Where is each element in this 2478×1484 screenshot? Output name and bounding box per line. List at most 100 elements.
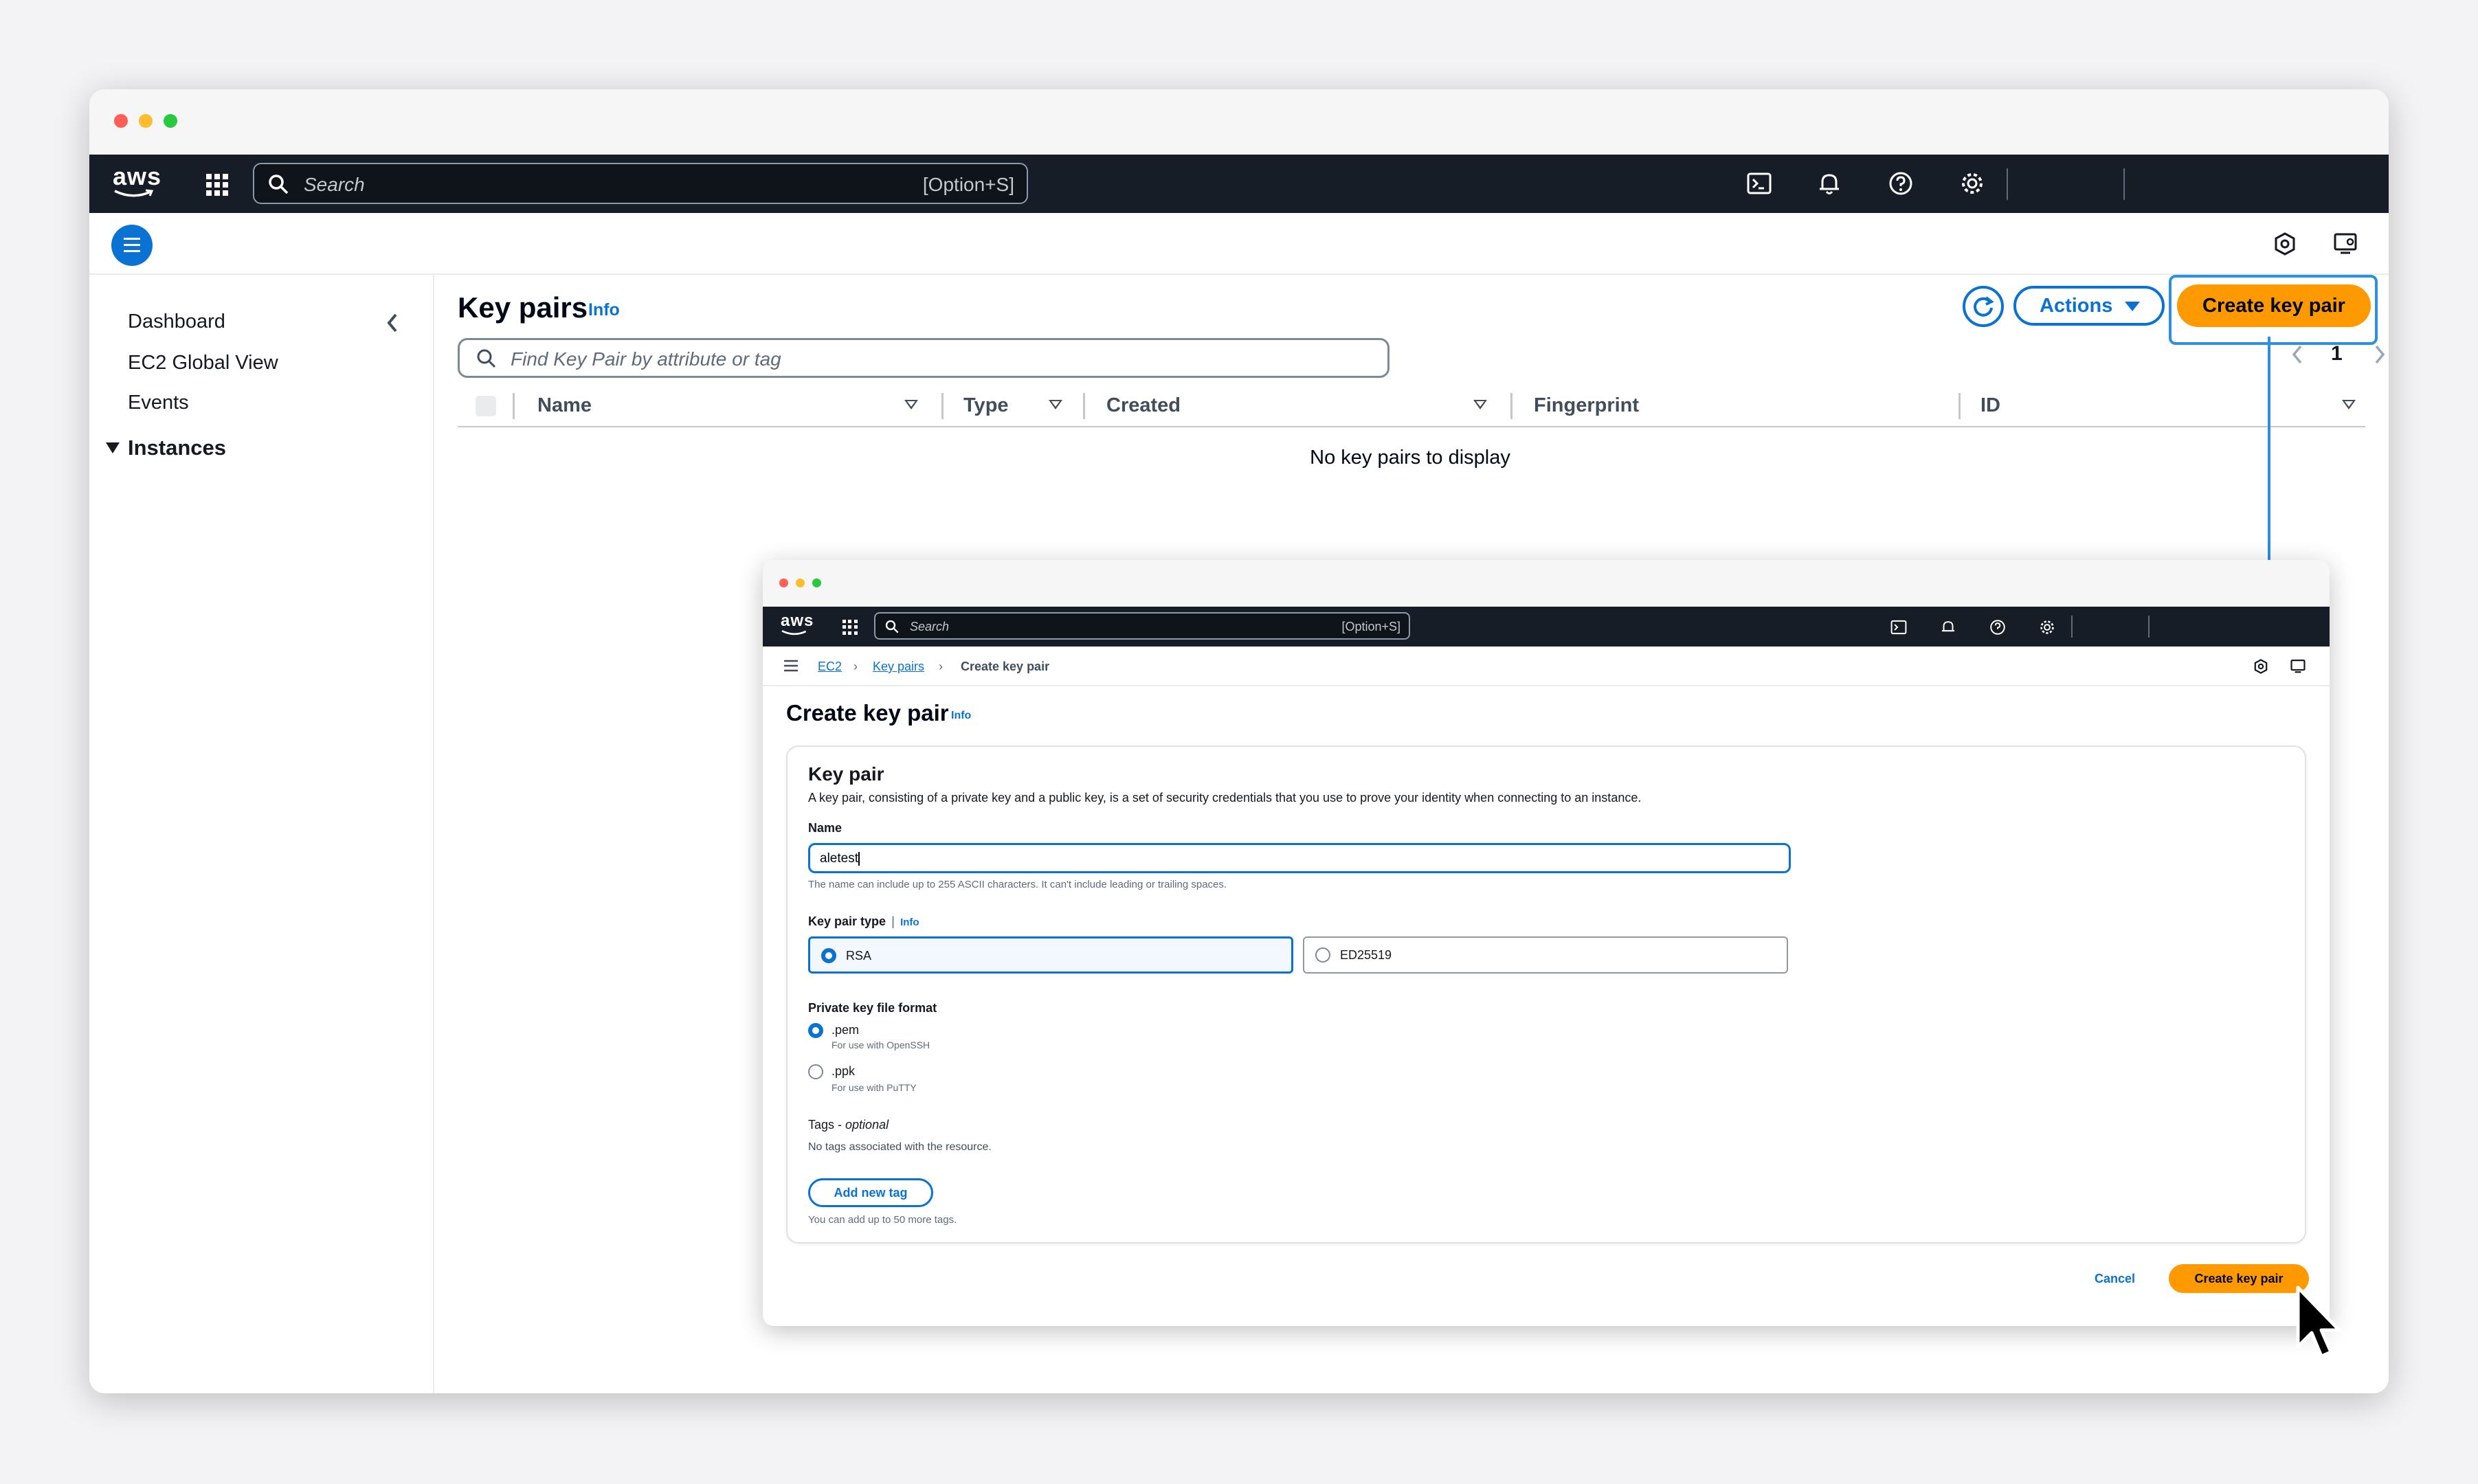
key-pair-type-text: Key pair type <box>808 914 886 928</box>
maximize-window-dot[interactable] <box>812 578 821 587</box>
hexagon-status-icon[interactable] <box>2272 231 2298 257</box>
aws-top-navigation: aws Search [Option+S] <box>763 607 2330 647</box>
column-header-name[interactable]: Name <box>537 394 592 417</box>
search-shortcut: [Option+S] <box>1341 620 1400 633</box>
window-titlebar <box>89 89 2389 155</box>
maximize-window-dot[interactable] <box>164 114 177 128</box>
settings-gear-icon[interactable] <box>2038 618 2056 636</box>
notifications-bell-icon[interactable] <box>1939 618 1957 636</box>
create-key-pair-submit-button[interactable]: Create key pair <box>2169 1264 2309 1293</box>
pem-label: .pem <box>831 1023 860 1037</box>
global-search-input[interactable]: Search [Option+S] <box>874 612 1410 640</box>
aws-logo-text: aws <box>113 162 162 190</box>
pem-description: For use with OpenSSH <box>831 1039 930 1050</box>
refresh-button[interactable] <box>1963 286 2004 327</box>
breadcrumb-current: Create key pair <box>961 660 1050 673</box>
display-preferences-icon[interactable] <box>2290 658 2306 675</box>
create-key-pair-button[interactable]: Create key pair <box>2177 284 2371 327</box>
window-titlebar <box>763 560 2330 607</box>
close-window-dot[interactable] <box>779 578 788 587</box>
next-page-icon[interactable] <box>2371 344 2387 366</box>
help-icon[interactable] <box>1887 170 1915 197</box>
name-input-value: aletest <box>820 851 858 866</box>
previous-page-icon[interactable] <box>2290 344 2306 366</box>
collapse-sidebar-chevron-icon[interactable] <box>383 312 401 334</box>
key-pair-type-label: Key pair type | Info <box>808 914 919 929</box>
column-divider <box>1510 393 1513 419</box>
info-link[interactable]: Info <box>588 300 620 320</box>
breadcrumb-key-pairs[interactable]: Key pairs <box>873 660 924 674</box>
ppk-label: .ppk <box>831 1064 856 1078</box>
close-window-dot[interactable] <box>114 114 128 128</box>
tags-label-text: Tags - <box>808 1118 846 1132</box>
sidebar-item-ec2-global-view[interactable]: EC2 Global View <box>128 352 278 374</box>
minimize-window-dot[interactable] <box>796 578 805 587</box>
cloudshell-icon[interactable] <box>1890 618 1908 636</box>
info-link[interactable]: Info <box>900 917 919 928</box>
aws-logo[interactable]: aws <box>781 613 814 636</box>
page-title: Create key pair <box>786 700 949 726</box>
search-placeholder: Search <box>304 174 365 195</box>
column-divider <box>1958 393 1961 419</box>
radio-ed25519[interactable] <box>1315 947 1330 963</box>
connector-line <box>2268 337 2270 581</box>
ppk-description: For use with PuTTY <box>831 1082 917 1093</box>
column-header-created[interactable]: Created <box>1106 394 1181 417</box>
services-grid-icon[interactable] <box>206 174 228 196</box>
minimize-window-dot[interactable] <box>139 114 153 128</box>
side-navigation-toggle[interactable] <box>111 225 153 266</box>
radio-pem[interactable] <box>808 1023 823 1038</box>
key-type-rsa-tile[interactable]: RSA <box>808 936 1293 974</box>
radio-rsa[interactable] <box>821 948 836 963</box>
info-link[interactable]: Info <box>951 710 971 722</box>
sidebar-item-events[interactable]: Events <box>128 392 189 414</box>
hamburger-menu-icon[interactable] <box>783 659 799 673</box>
hexagon-status-icon[interactable] <box>2253 658 2269 675</box>
sort-icon[interactable] <box>2342 400 2356 409</box>
services-grid-icon[interactable] <box>842 620 858 635</box>
ed25519-label: ED25519 <box>1340 948 1392 962</box>
breadcrumb-ec2[interactable]: EC2 <box>818 660 842 674</box>
actions-dropdown-button[interactable]: Actions <box>2013 286 2165 326</box>
sidebar-group-instances[interactable]: Instances <box>128 436 226 460</box>
cloudshell-icon[interactable] <box>1745 170 1773 197</box>
key-type-ed25519-tile[interactable]: ED25519 <box>1303 936 1788 974</box>
browser-window-inset: aws Search [Option+S] EC2 › Key pairs › … <box>763 560 2330 1326</box>
key-pair-name-input[interactable]: aletest <box>808 843 1791 873</box>
search-shortcut: [Option+S] <box>922 174 1014 195</box>
cancel-button[interactable]: Cancel <box>2095 1272 2135 1286</box>
aws-logo[interactable]: aws <box>113 164 162 199</box>
key-pairs-table-header: Name Type Created Fingerprint ID <box>458 385 2365 427</box>
settings-gear-icon[interactable] <box>1958 170 1986 197</box>
key-pair-form-panel: Key pair A key pair, consisting of a pri… <box>786 745 2306 1244</box>
tags-hint: You can add up to 50 more tags. <box>808 1214 957 1226</box>
help-icon[interactable] <box>1989 618 2007 636</box>
global-search-input[interactable]: Search [Option+S] <box>253 163 1028 204</box>
sort-icon[interactable] <box>1049 400 1062 409</box>
panel-heading: Key pair <box>808 763 884 785</box>
select-all-checkbox[interactable] <box>476 396 496 416</box>
key-pair-filter-input[interactable]: Find Key Pair by attribute or tag <box>458 338 1389 378</box>
tags-label: Tags - optional <box>808 1118 889 1132</box>
page-title: Key pairs <box>458 291 588 324</box>
column-header-fingerprint[interactable]: Fingerprint <box>1534 394 1639 417</box>
sort-icon[interactable] <box>1473 400 1487 409</box>
console-subbar <box>89 213 2389 275</box>
column-header-type[interactable]: Type <box>963 394 1009 417</box>
column-divider <box>513 393 515 419</box>
aws-logo-text: aws <box>781 611 814 630</box>
name-hint: The name can include up to 255 ASCII cha… <box>808 879 1227 890</box>
column-header-id[interactable]: ID <box>1980 394 2000 417</box>
search-icon <box>477 349 496 368</box>
display-preferences-icon[interactable] <box>2332 231 2358 257</box>
sort-icon[interactable] <box>904 400 918 409</box>
refresh-icon <box>1974 296 1994 317</box>
page-number[interactable]: 1 <box>2331 342 2343 366</box>
radio-ppk[interactable] <box>808 1064 823 1079</box>
add-new-tag-button[interactable]: Add new tag <box>808 1178 933 1207</box>
breadcrumb-separator-icon: › <box>939 660 943 673</box>
notifications-bell-icon[interactable] <box>1816 170 1843 197</box>
column-divider <box>1083 393 1085 419</box>
caret-down-icon[interactable] <box>104 441 121 455</box>
sidebar-item-dashboard[interactable]: Dashboard <box>128 311 225 333</box>
